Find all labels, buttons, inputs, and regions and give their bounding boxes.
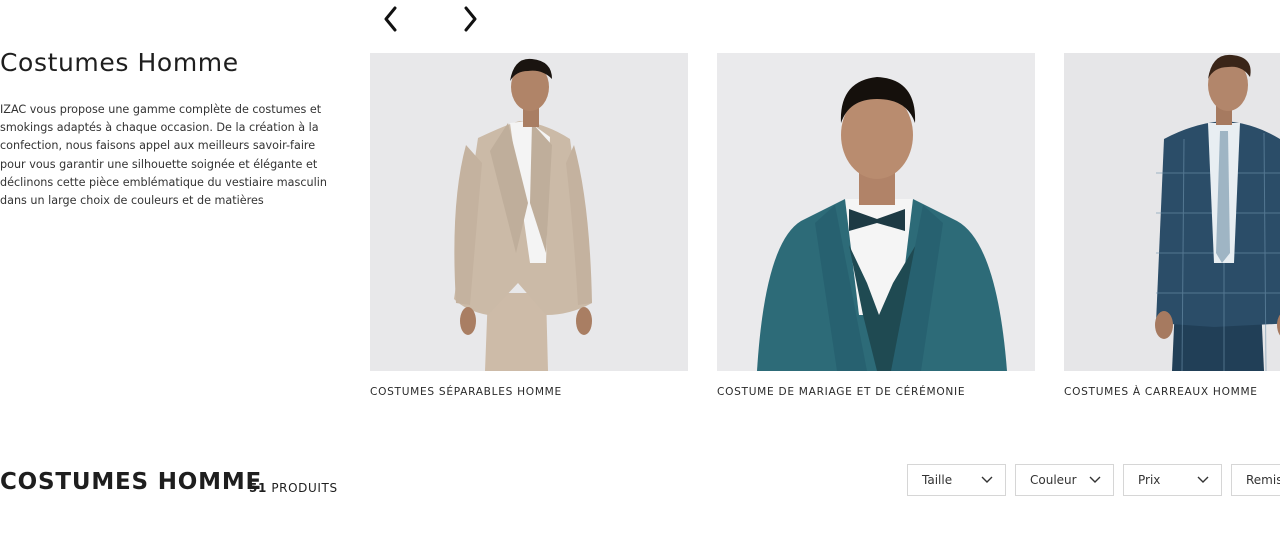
page-description: IZAC vous propose une gamme complète de … [0, 103, 327, 208]
category-label[interactable]: COSTUMES SÉPARABLES HOMME [370, 386, 688, 398]
page: Costumes Homme IZAC vous propose une gam… [0, 0, 1280, 534]
teal-suit-photo [717, 53, 1035, 371]
category-image-separable-suits[interactable] [370, 53, 688, 371]
chevron-right-icon [464, 6, 477, 32]
category-card-wedding-suits[interactable]: COSTUME DE MARIAGE ET DE CÉRÉMONIE [717, 53, 1035, 398]
beige-suit-photo [370, 53, 688, 371]
product-count-number: 51 [249, 481, 267, 495]
navy-check-suit-photo [1064, 53, 1280, 371]
filter-discount-dropdown[interactable]: Remise [1231, 464, 1280, 496]
category-card-check-suits[interactable]: COSTUMES À CARREAUX HOMME [1064, 53, 1280, 398]
category-image-wedding-suits[interactable] [717, 53, 1035, 371]
filter-discount-label: Remise [1246, 473, 1280, 487]
page-title: Costumes Homme [0, 48, 239, 77]
category-label[interactable]: COSTUMES À CARREAUX HOMME [1064, 386, 1280, 398]
chevron-down-icon [981, 476, 993, 483]
category-image-check-suits[interactable] [1064, 53, 1280, 371]
chevron-left-icon [384, 6, 397, 32]
carousel-prev-button[interactable] [377, 5, 405, 33]
filter-price-dropdown[interactable]: Prix [1123, 464, 1222, 496]
category-card-separable-suits[interactable]: COSTUMES SÉPARABLES HOMME [370, 53, 688, 398]
product-count-suffix: PRODUITS [271, 481, 338, 495]
filter-size-dropdown[interactable]: Taille [907, 464, 1006, 496]
chevron-down-icon [1197, 476, 1209, 483]
product-count: 51 PRODUITS [249, 481, 338, 495]
category-label[interactable]: COSTUME DE MARIAGE ET DE CÉRÉMONIE [717, 386, 1035, 398]
listing-title: COSTUMES HOMME [0, 469, 263, 495]
chevron-down-icon [1089, 476, 1101, 483]
filter-color-dropdown[interactable]: Couleur [1015, 464, 1114, 496]
filter-color-label: Couleur [1030, 473, 1077, 487]
filter-price-label: Prix [1138, 473, 1161, 487]
filter-size-label: Taille [922, 473, 953, 487]
carousel-next-button[interactable] [456, 5, 484, 33]
